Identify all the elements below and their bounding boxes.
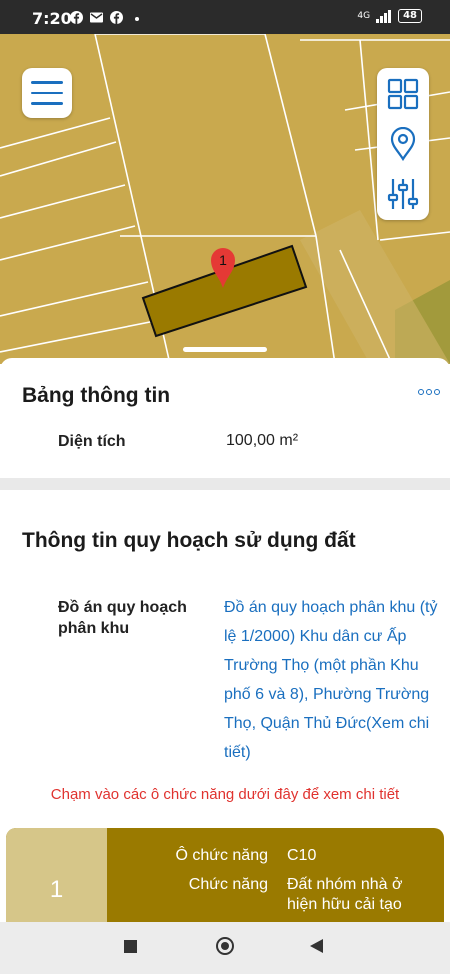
status-right: 4G 48 [357, 9, 422, 23]
facebook-icon [70, 11, 83, 24]
plan-link[interactable]: Đồ án quy hoạch phân khu (tỷ lệ 1/2000) … [224, 593, 446, 767]
hamburger-icon-line [31, 91, 63, 95]
more-options-icon[interactable] [418, 389, 440, 395]
layers-button[interactable] [377, 71, 429, 117]
layers-grid-icon [387, 78, 419, 110]
function-card[interactable]: 1 Ô chức năng C10 Chức năng Đất nhóm nhà… [6, 828, 444, 922]
function-card-index [6, 828, 107, 922]
recent-apps-icon[interactable] [124, 940, 137, 953]
menu-button[interactable] [22, 68, 72, 118]
function-type-value: Đất nhóm nhà ở hiện hữu cải tạo [287, 876, 403, 913]
sheet-handle[interactable] [183, 347, 267, 352]
info-panel [0, 358, 450, 486]
status-bar: 7:20 4G 48 [0, 0, 450, 34]
hamburger-icon [31, 81, 63, 84]
back-icon[interactable] [310, 939, 323, 953]
home-icon[interactable] [216, 937, 234, 955]
mail-icon [90, 12, 103, 23]
area-value: 100,00 m² [226, 432, 299, 449]
function-cell-value: C10 [287, 847, 317, 864]
location-pin-icon [390, 127, 416, 161]
hint-text: Chạm vào các ô chức năng dưới đây để xem… [50, 786, 400, 803]
parcel-marker-label: 1 [219, 252, 227, 268]
function-card-number: 1 [49, 876, 64, 903]
location-button[interactable] [377, 121, 429, 167]
map-tools [377, 68, 429, 220]
function-cell-label: Ô chức năng [175, 847, 268, 864]
filter-button[interactable] [377, 171, 429, 217]
facebook-icon [110, 11, 123, 24]
planning-section-title: Thông tin quy hoạch sử dụng đất [22, 529, 356, 552]
info-panel-title: Bảng thông tin [22, 384, 171, 407]
filter-sliders-icon [387, 179, 419, 209]
plan-label: Đồ án quy hoạch phân khu [58, 599, 187, 637]
section-divider [0, 478, 450, 490]
network-type: 4G [357, 11, 371, 21]
signal-icon [376, 9, 392, 23]
hamburger-icon-line [31, 102, 63, 105]
area-label: Diện tích [58, 433, 126, 450]
battery-icon: 48 [398, 9, 422, 23]
function-type-label: Chức năng [188, 876, 268, 893]
notification-dot [135, 17, 139, 21]
status-time: 7:20 [32, 9, 72, 28]
